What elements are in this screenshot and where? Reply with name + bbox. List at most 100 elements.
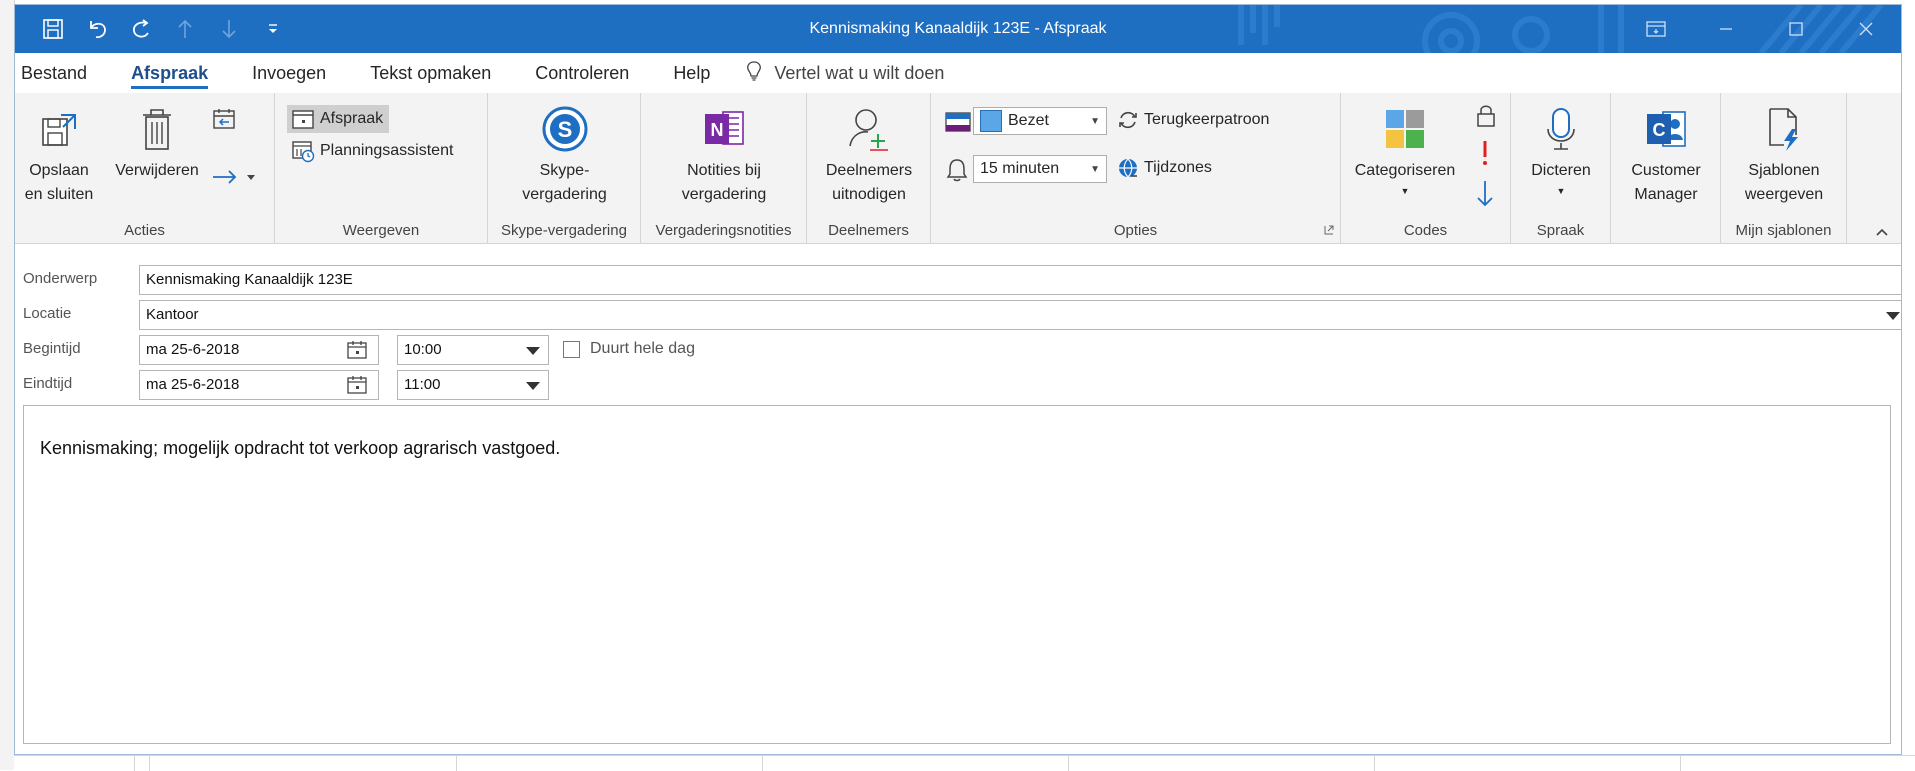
group-label-skype: Skype-vergadering: [501, 222, 627, 239]
ribbon-tabs: Bestand Afspraak Invoegen Tekst opmaken …: [15, 53, 1901, 93]
svg-text:N: N: [711, 120, 724, 140]
tab-bestand[interactable]: Bestand: [15, 53, 109, 93]
group-label-notities: Vergaderingsnotities: [655, 222, 792, 239]
categories-icon: [1386, 110, 1424, 148]
group-label-acties: Acties: [124, 222, 165, 239]
location-dropdown-icon[interactable]: [1886, 312, 1900, 320]
show-as-icon: [945, 112, 971, 132]
svg-text:C: C: [1653, 120, 1666, 140]
collapse-ribbon-icon[interactable]: [1875, 227, 1889, 237]
save-close-icon: [42, 114, 76, 146]
invite-attendees-button[interactable]: Deelnemers uitnodigen: [807, 101, 931, 207]
bell-icon: [946, 159, 968, 182]
view-templates-button[interactable]: Sjablonen weergeven: [1721, 101, 1847, 207]
group-deelnemers: Deelnemers uitnodigen Deelnemers: [807, 93, 931, 243]
tell-me-text: Vertel wat u wilt doen: [774, 62, 945, 83]
group-label-opties: Opties: [1113, 222, 1158, 239]
ribbon-display-options-icon[interactable]: [1621, 5, 1691, 53]
chevron-down-icon: [526, 382, 540, 390]
planning-assistant-button[interactable]: Planningsassistent: [291, 139, 453, 163]
group-label-spraak: Spraak: [1536, 222, 1585, 239]
group-label-sjablonen: Mijn sjablonen: [1735, 222, 1832, 239]
minimize-icon[interactable]: [1691, 5, 1761, 53]
chevron-down-icon: [247, 175, 255, 180]
add-person-icon: [849, 109, 888, 151]
title-bar: Kennismaking Kanaaldijk 123E - Afspraak: [15, 5, 1901, 53]
tab-afspraak[interactable]: Afspraak: [109, 53, 230, 93]
end-time-select[interactable]: 11:00: [397, 370, 549, 400]
location-label: Locatie: [23, 305, 72, 322]
onenote-icon: N: [705, 111, 744, 145]
microphone-icon: [1547, 108, 1575, 150]
timezones-button[interactable]: Tijdzones: [1117, 157, 1212, 179]
low-importance-icon[interactable]: [1475, 179, 1495, 209]
globe-icon: [1119, 158, 1137, 178]
chevron-down-icon: ▼: [1400, 186, 1410, 196]
window-title: Kennismaking Kanaaldijk 123E - Afspraak: [809, 20, 1107, 37]
tell-me-search[interactable]: Vertel wat u wilt doen: [732, 60, 944, 87]
appointment-icon: [292, 110, 314, 129]
skype-icon: S: [542, 106, 587, 152]
meeting-notes-button[interactable]: N Notities bij vergadering: [641, 101, 807, 207]
chevron-down-icon: ▼: [1090, 164, 1100, 175]
close-icon[interactable]: [1831, 5, 1901, 53]
group-label-deelnemers: Deelnemers: [828, 222, 909, 239]
trash-icon: [143, 109, 171, 150]
tab-tekst-opmaken[interactable]: Tekst opmaken: [348, 53, 513, 93]
background-window-edge: [0, 0, 15, 770]
end-date-input[interactable]: ma 25-6-2018: [139, 370, 379, 400]
copy-to-calendar-button[interactable]: [211, 107, 237, 131]
chevron-down-icon: ▼: [1556, 186, 1566, 196]
skype-meeting-button[interactable]: S Skype- vergadering: [488, 101, 641, 207]
location-input[interactable]: Kantoor: [139, 300, 1901, 330]
save-and-close-button[interactable]: Opslaan en sluiten: [21, 101, 97, 207]
message-body[interactable]: Kennismaking; mogelijk opdracht tot verk…: [23, 405, 1891, 744]
tab-invoegen[interactable]: Invoegen: [230, 53, 348, 93]
arrow-right-icon: [213, 170, 237, 184]
checkbox-box[interactable]: [563, 340, 580, 358]
end-time-label: Eindtijd: [23, 375, 73, 392]
view-afspraak-button[interactable]: Afspraak: [287, 105, 390, 133]
svg-text:S: S: [557, 117, 572, 142]
group-label-weergeven: Weergeven: [342, 222, 420, 239]
reminder-select[interactable]: 15 minuten ▼: [973, 155, 1107, 183]
ribbon: Opslaan en sluiten Verwijderen Acties Af…: [15, 93, 1901, 244]
maximize-icon[interactable]: [1761, 5, 1831, 53]
move-forward-button[interactable]: [211, 167, 256, 187]
start-date-input[interactable]: ma 25-6-2018: [139, 335, 379, 365]
group-mijn-sjablonen: Sjablonen weergeven Mijn sjablonen: [1721, 93, 1847, 243]
dictate-button[interactable]: Dicteren ▼: [1511, 101, 1611, 199]
calendar-arrow-icon: [213, 109, 235, 129]
recurrence-button[interactable]: Terugkeerpatroon: [1117, 109, 1269, 131]
group-opties: Bezet ▼ Terugkeerpatroon 15 minuten ▼ Ti…: [931, 93, 1341, 243]
private-lock-icon[interactable]: [1475, 103, 1497, 129]
start-time-select[interactable]: 10:00: [397, 335, 549, 365]
window-controls: [1621, 5, 1901, 53]
busy-swatch: [980, 110, 1002, 132]
appointment-window: Kennismaking Kanaaldijk 123E - Afspraak …: [14, 4, 1902, 755]
group-customer-manager: C Customer Manager: [1611, 93, 1721, 243]
calendar-icon[interactable]: [346, 375, 368, 395]
chevron-down-icon: [526, 347, 540, 355]
group-vergaderingsnotities: N Notities bij vergadering Vergaderingsn…: [641, 93, 807, 243]
templates-icon: [1769, 108, 1798, 151]
subject-label: Onderwerp: [23, 270, 98, 287]
start-time-label: Begintijd: [23, 340, 81, 357]
calendar-icon[interactable]: [346, 340, 368, 360]
group-skype: S Skype- vergadering Skype-vergadering: [488, 93, 641, 243]
recurrence-icon: [1119, 111, 1137, 129]
delete-button[interactable]: Verwijderen: [107, 101, 207, 183]
body-text: Kennismaking; mogelijk opdracht tot verk…: [40, 438, 561, 458]
customer-manager-button[interactable]: C Customer Manager: [1611, 101, 1721, 207]
chevron-down-icon: ▼: [1090, 116, 1100, 127]
show-as-select[interactable]: Bezet ▼: [973, 107, 1107, 135]
group-label-codes: Codes: [1403, 222, 1448, 239]
tab-help[interactable]: Help: [651, 53, 732, 93]
high-importance-icon[interactable]: [1477, 139, 1493, 167]
categorize-button[interactable]: Categoriseren ▼: [1345, 101, 1465, 199]
subject-input[interactable]: Kennismaking Kanaaldijk 123E: [139, 265, 1901, 295]
lightbulb-icon: [746, 60, 762, 87]
all-day-checkbox[interactable]: Duurt hele dag: [563, 340, 695, 358]
group-spraak: Dicteren ▼ Spraak: [1511, 93, 1611, 243]
tab-controleren[interactable]: Controleren: [513, 53, 651, 93]
